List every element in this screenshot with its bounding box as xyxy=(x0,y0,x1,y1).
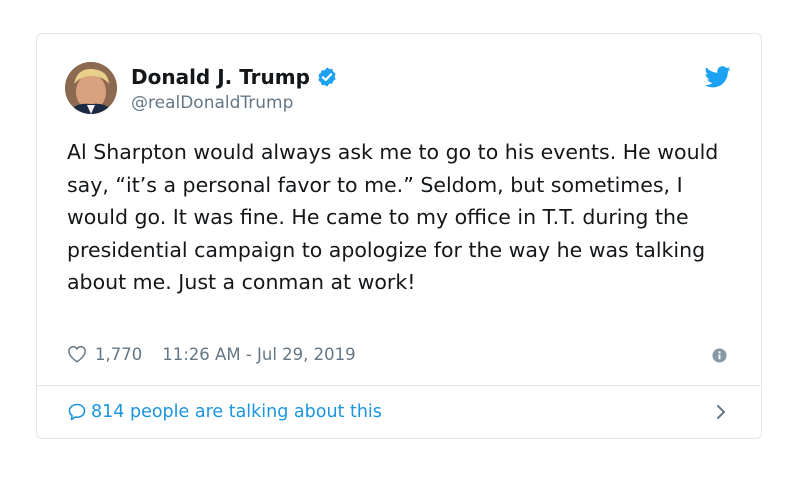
twitter-bird-icon[interactable] xyxy=(705,66,731,88)
tweet-text: Al Sharpton would always ask me to go to… xyxy=(67,140,719,294)
conversation-link-label[interactable]: 814 people are talking about this xyxy=(91,402,382,422)
author-name-row[interactable]: Donald J. Trump xyxy=(131,64,338,90)
info-icon[interactable] xyxy=(712,348,727,363)
avatar[interactable] xyxy=(65,62,117,114)
tweet-meta: 1,770 11:26 AM - Jul 29, 2019 xyxy=(67,342,356,366)
conversation-link[interactable]: 814 people are talking about this xyxy=(67,400,382,424)
like-count[interactable]: 1,770 xyxy=(95,345,142,364)
display-name[interactable]: Donald J. Trump xyxy=(131,64,310,90)
verified-badge-icon xyxy=(318,67,336,87)
tweet-card: Donald J. Trump @realDonaldTrump Al Shar… xyxy=(36,33,762,439)
chevron-right-icon[interactable] xyxy=(715,403,727,421)
speech-bubble-icon xyxy=(68,403,86,421)
tweet-timestamp[interactable]: 11:26 AM - Jul 29, 2019 xyxy=(162,345,355,364)
footer-divider xyxy=(37,385,761,386)
avatar-image xyxy=(65,62,117,114)
heart-icon[interactable] xyxy=(67,345,87,363)
author-handle[interactable]: @realDonaldTrump xyxy=(131,92,293,114)
